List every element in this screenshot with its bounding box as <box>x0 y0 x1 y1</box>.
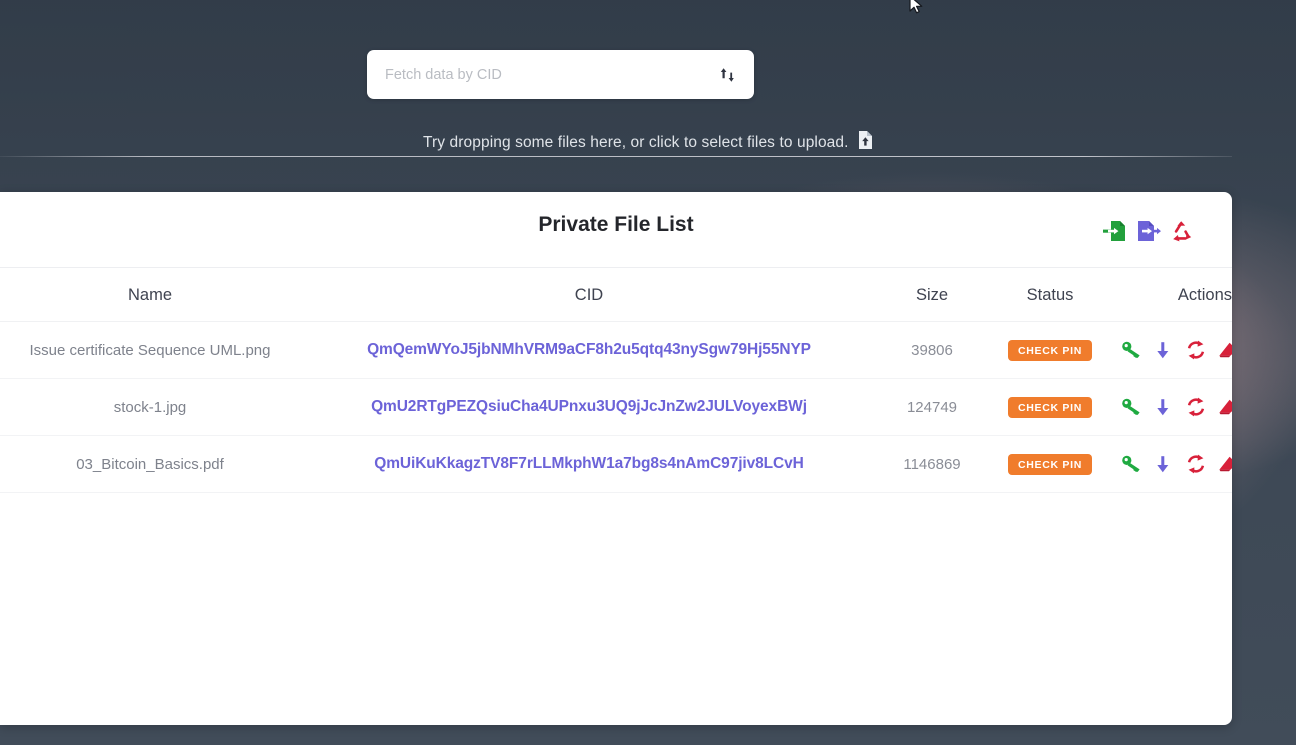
table-row: stock-1.jpg QmU2RTgPEZQsiuCha4UPnxu3UQ9j… <box>0 378 1232 436</box>
export-file-button[interactable] <box>1135 218 1161 244</box>
file-cid-cell: QmQemWYoJ5jbNMhVRM9aCF8h2u5qtq43nySgw79H… <box>300 321 878 379</box>
column-header-cid[interactable]: CID <box>300 268 878 322</box>
column-header-actions: Actions <box>1114 268 1232 322</box>
status-badge[interactable]: CHECK PIN <box>1007 339 1093 361</box>
file-cid-cell: QmUiKuKkagzTV8F7rLLMkphW1a7bg8s4nAmC97ji… <box>300 435 878 493</box>
table-body: Issue certificate Sequence UML.png QmQem… <box>0 321 1232 493</box>
import-file-button[interactable] <box>1102 218 1128 244</box>
table-head: Name CID Size Status Actions <box>0 268 1232 322</box>
download-button[interactable] <box>1152 339 1174 361</box>
sync-button[interactable] <box>1185 339 1207 361</box>
header-actions <box>1102 218 1194 244</box>
sync-button[interactable] <box>1185 453 1207 475</box>
decrypt-key-button[interactable] <box>1120 339 1142 361</box>
drop-hint[interactable]: Try dropping some files here, or click t… <box>0 131 1296 154</box>
download-button[interactable] <box>1152 453 1174 475</box>
sort-arrows-icon[interactable] <box>708 50 754 99</box>
erase-button[interactable] <box>1217 339 1232 361</box>
table-row: Issue certificate Sequence UML.png QmQem… <box>0 321 1232 379</box>
cid-link[interactable]: QmU2RTgPEZQsiuCha4UPnxu3UQ9jJcJnZw2JULVo… <box>371 398 807 415</box>
file-status-cell: CHECK PIN <box>986 378 1114 436</box>
file-size: 1146869 <box>878 435 986 493</box>
status-badge[interactable]: CHECK PIN <box>1007 396 1093 418</box>
file-status-cell: CHECK PIN <box>986 435 1114 493</box>
cid-link[interactable]: QmQemWYoJ5jbNMhVRM9aCF8h2u5qtq43nySgw79H… <box>367 341 811 358</box>
file-size: 39806 <box>878 321 986 379</box>
row-actions <box>1114 435 1232 493</box>
file-name: Issue certificate Sequence UML.png <box>0 321 300 379</box>
cid-link[interactable]: QmUiKuKkagzTV8F7rLLMkphW1a7bg8s4nAmC97ji… <box>374 455 804 472</box>
file-name: 03_Bitcoin_Basics.pdf <box>0 435 300 493</box>
section-divider <box>0 156 1232 157</box>
page-title: Private File List <box>538 213 694 236</box>
column-header-size[interactable]: Size <box>878 268 986 322</box>
file-size: 124749 <box>878 378 986 436</box>
status-badge[interactable]: CHECK PIN <box>1007 453 1093 475</box>
table-header-row: Name CID Size Status Actions <box>0 268 1232 322</box>
decrypt-key-button[interactable] <box>1120 396 1142 418</box>
drop-hint-label: Try dropping some files here, or click t… <box>423 133 849 151</box>
file-name: stock-1.jpg <box>0 378 300 436</box>
search-input[interactable] <box>367 50 708 99</box>
table-row: 03_Bitcoin_Basics.pdf QmUiKuKkagzTV8F7rL… <box>0 435 1232 493</box>
column-header-status[interactable]: Status <box>986 268 1114 322</box>
decrypt-key-button[interactable] <box>1120 453 1142 475</box>
sync-button[interactable] <box>1185 396 1207 418</box>
upload-dropzone[interactable]: Try dropping some files here, or click t… <box>0 0 1296 157</box>
erase-button[interactable] <box>1217 396 1232 418</box>
erase-button[interactable] <box>1217 453 1232 475</box>
row-actions <box>1114 378 1232 436</box>
card-header: Private File List <box>0 192 1232 268</box>
file-table: Name CID Size Status Actions Issue certi… <box>0 268 1232 493</box>
download-button[interactable] <box>1152 396 1174 418</box>
cid-search-bar[interactable] <box>367 50 754 99</box>
file-cid-cell: QmU2RTgPEZQsiuCha4UPnxu3UQ9jJcJnZw2JULVo… <box>300 378 878 436</box>
file-upload-icon <box>858 131 873 154</box>
private-file-list-card: Private File List Name CID Size Status A… <box>0 192 1232 725</box>
column-header-name[interactable]: Name <box>0 268 300 322</box>
recycle-button[interactable] <box>1168 218 1194 244</box>
row-actions <box>1114 321 1232 379</box>
file-status-cell: CHECK PIN <box>986 321 1114 379</box>
